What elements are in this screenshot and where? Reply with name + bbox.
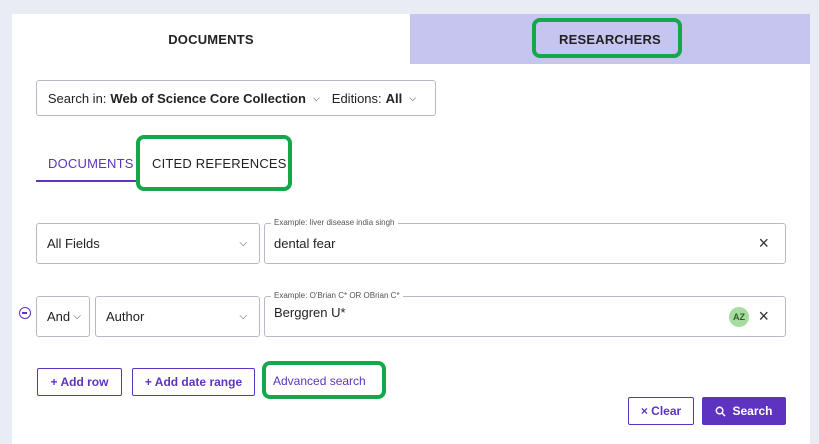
author-input-value: Berggren U*	[274, 305, 346, 320]
search-button[interactable]: Search	[702, 397, 786, 425]
top-tabs: DOCUMENTS RESEARCHERS	[12, 14, 810, 64]
author-input[interactable]: Example: O'Brian C* OR OBrian C* Berggre…	[264, 291, 786, 337]
add-date-range-button[interactable]: + Add date range	[132, 368, 255, 396]
collection-dropdown[interactable]: Web of Science Core Collection	[110, 91, 306, 106]
chevron-down-icon: ⌵	[239, 238, 247, 249]
author-index-icon[interactable]: AZ	[729, 306, 749, 327]
close-icon[interactable]: ×	[758, 306, 769, 327]
subtab-cited-references[interactable]: CITED REFERENCES	[152, 156, 287, 171]
field-select-value: Author	[106, 309, 145, 324]
chevron-down-icon: ⌵	[239, 311, 247, 322]
add-row-label: + Add row	[50, 375, 109, 389]
subtab-documents[interactable]: DOCUMENTS	[48, 156, 134, 171]
tab-researchers-label: RESEARCHERS	[559, 31, 661, 47]
chevron-down-icon: ⌵	[312, 92, 320, 103]
search-icon	[716, 406, 727, 417]
operator-select[interactable]: And ⌵	[36, 296, 90, 337]
subtab-active-underline	[36, 180, 137, 182]
tab-researchers[interactable]: RESEARCHERS	[410, 14, 810, 64]
search-input-value: dental fear	[274, 236, 336, 251]
clear-label: × Clear	[640, 404, 682, 418]
field-select-value: All Fields	[47, 236, 100, 251]
operator-value: And	[47, 309, 71, 324]
editions-label: Editions:	[331, 90, 382, 106]
clear-button[interactable]: × Clear	[628, 397, 694, 425]
search-label: Search	[732, 404, 773, 418]
add-date-range-label: + Add date range	[144, 375, 243, 389]
field-select-author[interactable]: Author ⌵	[95, 296, 260, 337]
tab-documents[interactable]: DOCUMENTS	[12, 14, 410, 64]
close-icon[interactable]: ×	[758, 233, 769, 254]
search-input[interactable]: Example: liver disease india singh denta…	[264, 218, 786, 264]
search-in-label: Search in:	[47, 90, 107, 106]
chevron-down-icon: ⌵	[409, 92, 417, 103]
field-select[interactable]: All Fields ⌵	[36, 223, 260, 264]
tab-documents-label: DOCUMENTS	[168, 31, 254, 47]
chevron-down-icon: ⌵	[73, 311, 81, 322]
add-row-button[interactable]: + Add row	[37, 368, 122, 396]
search-in-selector[interactable]: Search in: Web of Science Core Collectio…	[36, 80, 436, 116]
editions-dropdown[interactable]: All	[386, 91, 403, 106]
search-input-example: Example: liver disease india singh	[271, 218, 398, 227]
author-input-example: Example: O'Brian C* OR OBrian C*	[271, 291, 403, 300]
remove-row-icon[interactable]	[19, 307, 31, 319]
advanced-search-link[interactable]: Advanced search	[273, 374, 366, 388]
